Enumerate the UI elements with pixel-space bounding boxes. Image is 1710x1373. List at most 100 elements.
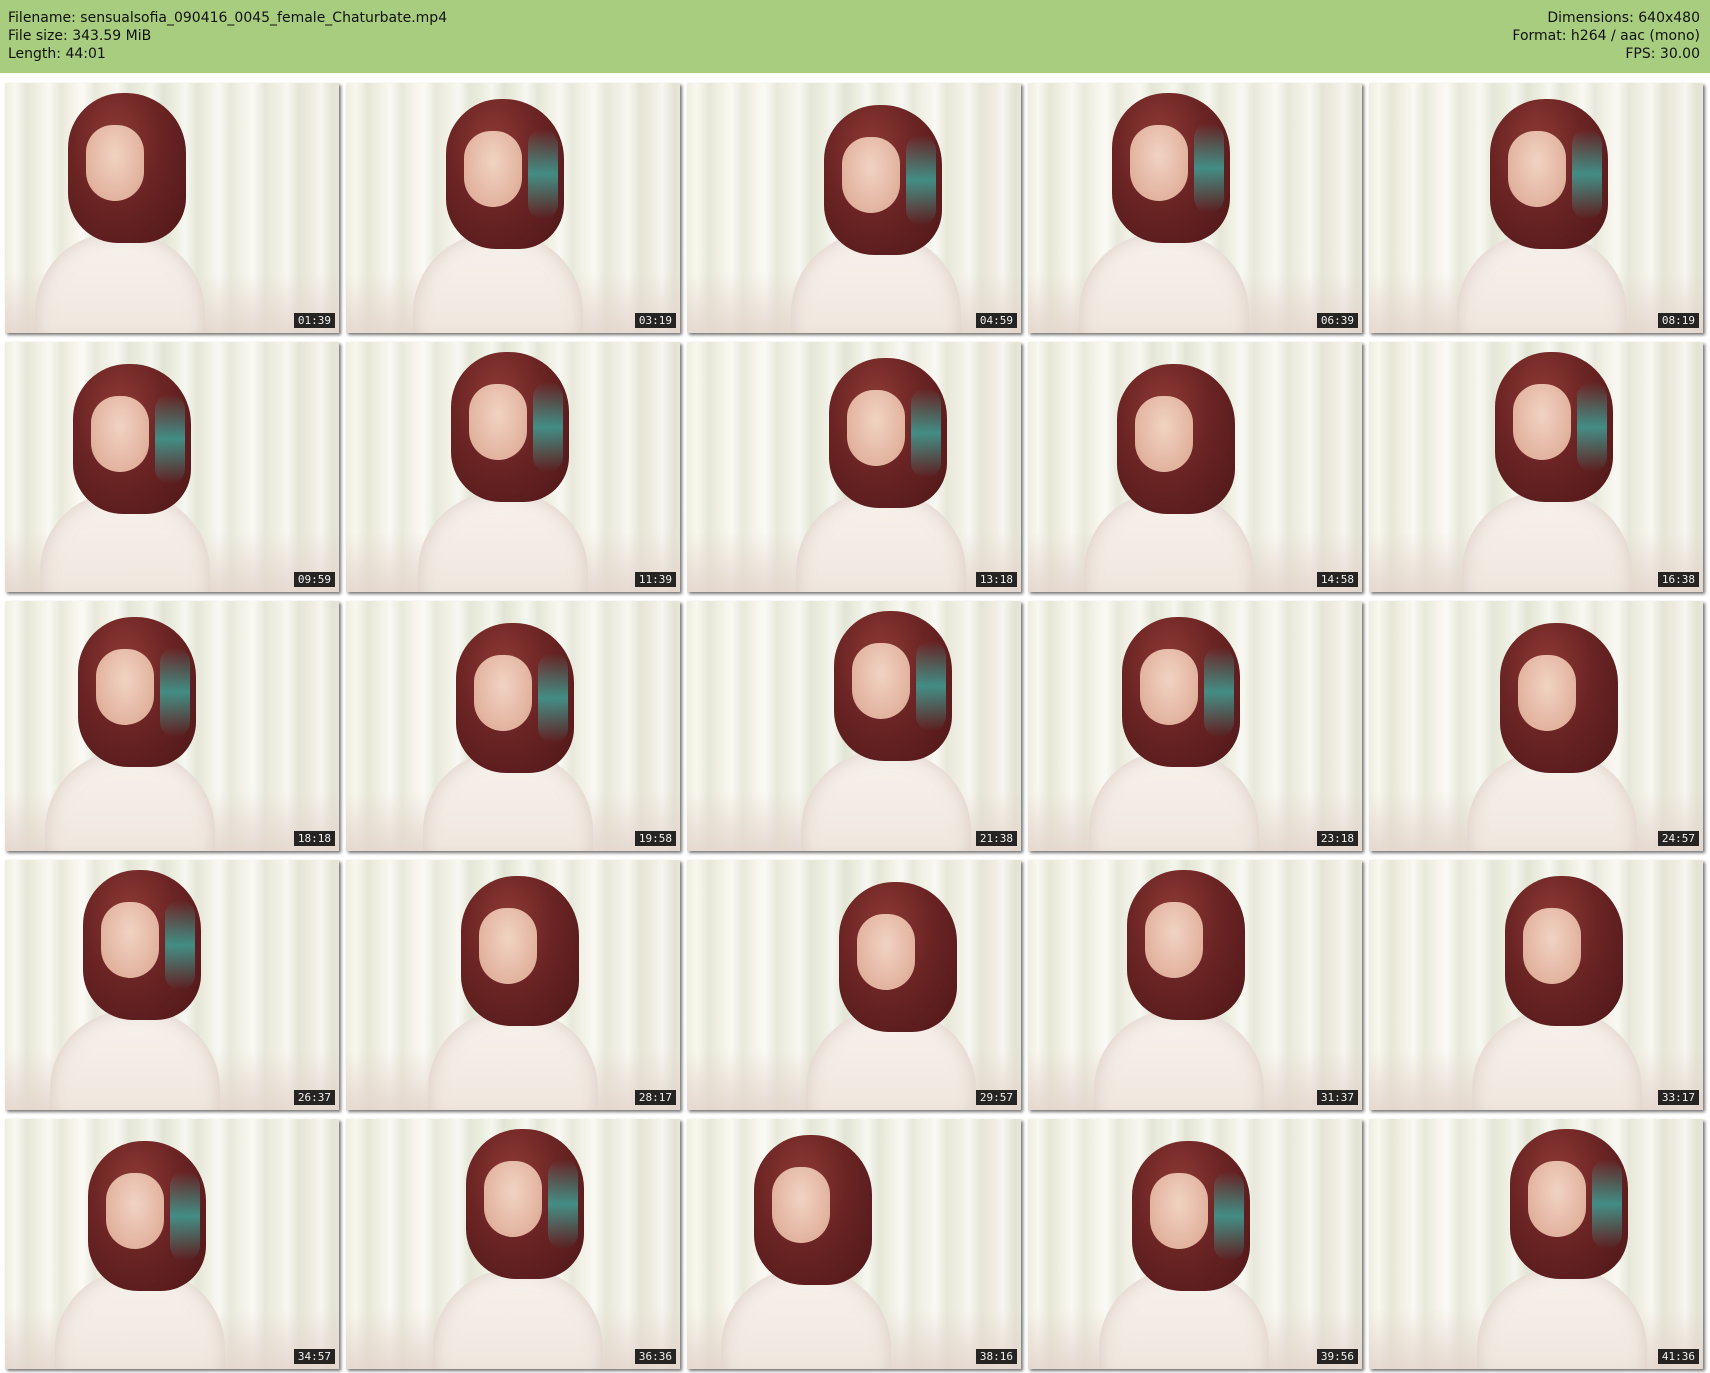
video-frame-thumbnail[interactable]: 29:57 bbox=[687, 860, 1021, 1110]
video-frame-thumbnail[interactable]: 11:39 bbox=[346, 342, 680, 592]
video-frame-thumbnail[interactable]: 23:18 bbox=[1028, 601, 1362, 851]
frame-timestamp: 08:19 bbox=[1657, 313, 1699, 328]
hair-color-streak bbox=[160, 647, 190, 737]
fps-text: FPS: 30.00 bbox=[1625, 46, 1700, 62]
info-header: Filename: sensualsofia_090416_0045_femal… bbox=[0, 0, 1710, 73]
video-frame-thumbnail[interactable]: 14:58 bbox=[1028, 342, 1362, 592]
video-frame-thumbnail[interactable]: 28:17 bbox=[346, 860, 680, 1110]
hair-color-streak bbox=[528, 129, 558, 219]
frame-timestamp: 01:39 bbox=[293, 313, 335, 328]
frame-timestamp: 09:59 bbox=[293, 572, 335, 587]
video-frame-thumbnail[interactable]: 21:38 bbox=[687, 601, 1021, 851]
frame-timestamp: 24:57 bbox=[1657, 831, 1699, 846]
length-text: Length: 44:01 bbox=[8, 46, 106, 62]
frame-timestamp: 13:18 bbox=[975, 572, 1017, 587]
hair-color-streak bbox=[1592, 1159, 1622, 1249]
frame-timestamp: 41:36 bbox=[1657, 1349, 1699, 1364]
subject-face bbox=[86, 125, 144, 201]
hair-color-streak bbox=[165, 900, 195, 990]
video-frame-thumbnail[interactable]: 26:37 bbox=[5, 860, 339, 1110]
frame-timestamp: 06:39 bbox=[1316, 313, 1358, 328]
subject-face bbox=[469, 384, 527, 460]
subject-face bbox=[1150, 1173, 1208, 1249]
hair-color-streak bbox=[1214, 1171, 1244, 1261]
subject-face bbox=[857, 914, 915, 990]
video-frame-thumbnail[interactable]: 13:18 bbox=[687, 342, 1021, 592]
video-frame-thumbnail[interactable]: 03:19 bbox=[346, 83, 680, 333]
subject-face bbox=[1130, 125, 1188, 201]
subject-face bbox=[474, 655, 532, 731]
video-frame-thumbnail[interactable]: 33:17 bbox=[1369, 860, 1703, 1110]
frame-timestamp: 31:37 bbox=[1316, 1090, 1358, 1105]
subject-face bbox=[106, 1173, 164, 1249]
frame-timestamp: 23:18 bbox=[1316, 831, 1358, 846]
video-frame-thumbnail[interactable]: 39:56 bbox=[1028, 1119, 1362, 1369]
subject-face bbox=[91, 396, 149, 472]
hair-color-streak bbox=[155, 394, 185, 484]
hair-color-streak bbox=[538, 653, 568, 743]
video-frame-thumbnail[interactable]: 06:39 bbox=[1028, 83, 1362, 333]
hair-color-streak bbox=[170, 1171, 200, 1261]
video-frame-thumbnail[interactable]: 16:38 bbox=[1369, 342, 1703, 592]
hair-color-streak bbox=[1577, 382, 1607, 472]
thumbnail-grid: 01:39 03:19 04:59 06:39 08:19 09:59 11:39 13:18… bbox=[5, 83, 1707, 1370]
subject-face bbox=[852, 643, 910, 719]
video-frame-thumbnail[interactable]: 08:19 bbox=[1369, 83, 1703, 333]
subject-face bbox=[1135, 396, 1193, 472]
subject-face bbox=[1518, 655, 1576, 731]
video-frame-thumbnail[interactable]: 04:59 bbox=[687, 83, 1021, 333]
frame-timestamp: 18:18 bbox=[293, 831, 335, 846]
subject-face bbox=[464, 131, 522, 207]
subject-face bbox=[842, 137, 900, 213]
hair-color-streak bbox=[916, 641, 946, 731]
video-frame-thumbnail[interactable]: 24:57 bbox=[1369, 601, 1703, 851]
video-frame-thumbnail[interactable]: 01:39 bbox=[5, 83, 339, 333]
hair-color-streak bbox=[533, 382, 563, 472]
frame-timestamp: 33:17 bbox=[1657, 1090, 1699, 1105]
frame-timestamp: 21:38 bbox=[975, 831, 1017, 846]
hair-color-streak bbox=[906, 135, 936, 225]
frame-timestamp: 11:39 bbox=[634, 572, 676, 587]
frame-timestamp: 39:56 bbox=[1316, 1349, 1358, 1364]
video-frame-thumbnail[interactable]: 31:37 bbox=[1028, 860, 1362, 1110]
hair-color-streak bbox=[911, 388, 941, 478]
frame-timestamp: 29:57 bbox=[975, 1090, 1017, 1105]
subject-face bbox=[1523, 908, 1581, 984]
video-frame-thumbnail[interactable]: 38:16 bbox=[687, 1119, 1021, 1369]
info-right: Dimensions: 640x480 Format: h264 / aac (… bbox=[1512, 9, 1700, 63]
info-left: Filename: sensualsofia_090416_0045_femal… bbox=[8, 9, 447, 63]
frame-timestamp: 19:58 bbox=[634, 831, 676, 846]
subject-face bbox=[1140, 649, 1198, 725]
video-frame-thumbnail[interactable]: 19:58 bbox=[346, 601, 680, 851]
subject-face bbox=[1528, 1161, 1586, 1237]
hair-color-streak bbox=[1194, 123, 1224, 213]
frame-timestamp: 16:38 bbox=[1657, 572, 1699, 587]
video-frame-thumbnail[interactable]: 18:18 bbox=[5, 601, 339, 851]
subject-face bbox=[1508, 131, 1566, 207]
hair-color-streak bbox=[548, 1159, 578, 1249]
subject-face bbox=[1145, 902, 1203, 978]
subject-face bbox=[479, 908, 537, 984]
video-frame-thumbnail[interactable]: 36:36 bbox=[346, 1119, 680, 1369]
hair-color-streak bbox=[1204, 647, 1234, 737]
frame-timestamp: 36:36 bbox=[634, 1349, 676, 1364]
video-frame-thumbnail[interactable]: 09:59 bbox=[5, 342, 339, 592]
frame-timestamp: 03:19 bbox=[634, 313, 676, 328]
video-frame-thumbnail[interactable]: 41:36 bbox=[1369, 1119, 1703, 1369]
frame-timestamp: 28:17 bbox=[634, 1090, 676, 1105]
format-text: Format: h264 / aac (mono) bbox=[1512, 28, 1700, 44]
hair-color-streak bbox=[1572, 129, 1602, 219]
subject-face bbox=[484, 1161, 542, 1237]
dimensions-text: Dimensions: 640x480 bbox=[1547, 10, 1700, 26]
subject-face bbox=[96, 649, 154, 725]
filename-text: Filename: sensualsofia_090416_0045_femal… bbox=[8, 10, 448, 26]
subject-face bbox=[101, 902, 159, 978]
video-frame-thumbnail[interactable]: 34:57 bbox=[5, 1119, 339, 1369]
filesize-text: File size: 343.59 MiB bbox=[8, 28, 152, 44]
frame-timestamp: 34:57 bbox=[293, 1349, 335, 1364]
subject-face bbox=[772, 1167, 830, 1243]
frame-timestamp: 14:58 bbox=[1316, 572, 1358, 587]
frame-timestamp: 38:16 bbox=[975, 1349, 1017, 1364]
frame-timestamp: 26:37 bbox=[293, 1090, 335, 1105]
subject-face bbox=[847, 390, 905, 466]
